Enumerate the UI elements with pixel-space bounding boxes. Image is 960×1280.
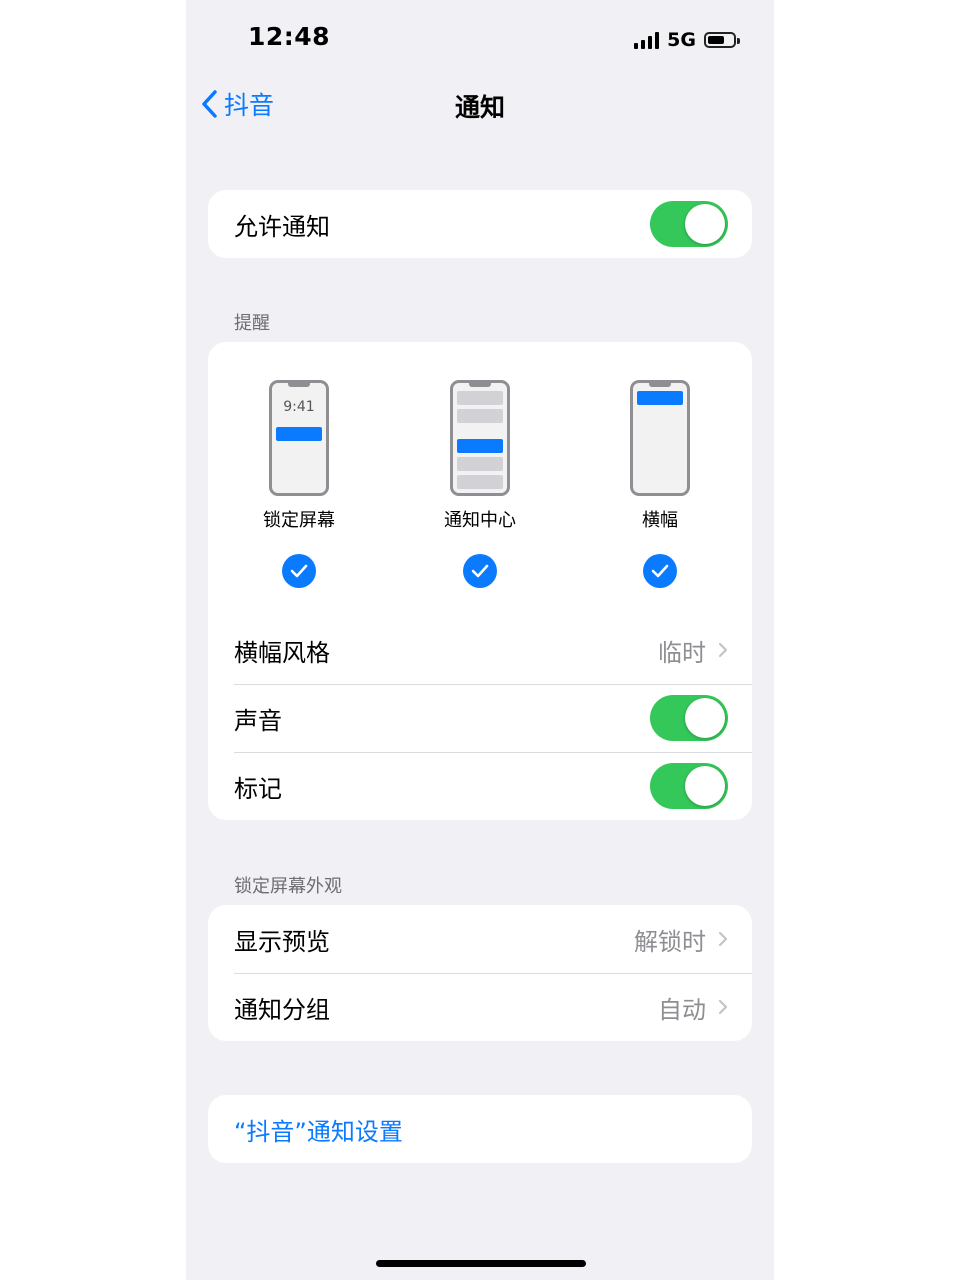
alerts-group: 9:41 锁定屏幕 通知中心 横幅 横幅风格 临时 声音 标记 xyxy=(208,342,752,820)
checkmark-icon xyxy=(643,554,677,588)
chevron-right-icon xyxy=(718,642,728,658)
lock-screen-preview-icon: 9:41 xyxy=(269,380,329,496)
phone-screen: 12:48 5G 抖音 通知 允许通知 提醒 9:41 锁定屏幕 通知中心 横幅… xyxy=(186,0,774,1280)
badges-row: 标记 xyxy=(208,752,752,820)
allow-notifications-toggle[interactable] xyxy=(650,201,728,247)
lock-screen-header: 锁定屏幕外观 xyxy=(234,876,342,897)
page-title: 通知 xyxy=(454,93,505,122)
badges-label: 标记 xyxy=(234,774,282,803)
allow-group: 允许通知 xyxy=(208,190,752,258)
sounds-toggle[interactable] xyxy=(650,695,728,741)
banner-style-label: 横幅风格 xyxy=(234,638,330,667)
home-indicator[interactable] xyxy=(376,1260,586,1267)
checkmark-icon xyxy=(463,554,497,588)
banners-preview-icon xyxy=(630,380,690,496)
notification-grouping-label: 通知分组 xyxy=(234,995,330,1024)
notification-center-preview-icon xyxy=(450,380,510,496)
banner-style-row[interactable]: 横幅风格 临时 xyxy=(208,616,752,684)
alert-style-banners[interactable]: 横幅 xyxy=(590,380,730,588)
lock-screen-group: 显示预览 解锁时 通知分组 自动 xyxy=(208,905,752,1041)
show-previews-label: 显示预览 xyxy=(234,927,330,956)
badges-toggle[interactable] xyxy=(650,763,728,809)
signal-icon xyxy=(634,31,660,49)
preview-time: 9:41 xyxy=(283,399,315,415)
app-settings-group: “抖音”通知设置 xyxy=(208,1095,752,1163)
show-previews-value: 解锁时 xyxy=(634,927,706,956)
chevron-right-icon xyxy=(718,999,728,1015)
notification-grouping-value: 自动 xyxy=(658,995,706,1024)
alert-style-label: 通知中心 xyxy=(444,510,516,531)
banner-style-value: 临时 xyxy=(658,638,706,667)
notification-grouping-row[interactable]: 通知分组 自动 xyxy=(208,973,752,1041)
sounds-label: 声音 xyxy=(234,706,282,735)
app-notification-settings-link[interactable]: “抖音”通知设置 xyxy=(234,1112,403,1147)
status-indicators: 5G xyxy=(634,26,740,54)
status-time: 12:48 xyxy=(248,22,331,51)
alerts-header: 提醒 xyxy=(234,313,270,334)
app-notification-settings-row[interactable]: “抖音”通知设置 xyxy=(208,1095,752,1163)
alert-style-label: 横幅 xyxy=(642,510,678,531)
show-previews-row[interactable]: 显示预览 解锁时 xyxy=(208,905,752,973)
network-type: 5G xyxy=(667,29,696,51)
alert-style-picker: 9:41 锁定屏幕 通知中心 横幅 xyxy=(208,342,752,616)
alert-style-label: 锁定屏幕 xyxy=(263,510,335,531)
alert-style-lock-screen[interactable]: 9:41 锁定屏幕 xyxy=(229,380,369,588)
allow-notifications-row: 允许通知 xyxy=(208,190,752,258)
battery-icon xyxy=(704,32,740,48)
chevron-right-icon xyxy=(718,931,728,947)
checkmark-icon xyxy=(282,554,316,588)
sounds-row: 声音 xyxy=(208,684,752,752)
allow-notifications-label: 允许通知 xyxy=(234,212,330,241)
alert-style-notification-center[interactable]: 通知中心 xyxy=(410,380,550,588)
